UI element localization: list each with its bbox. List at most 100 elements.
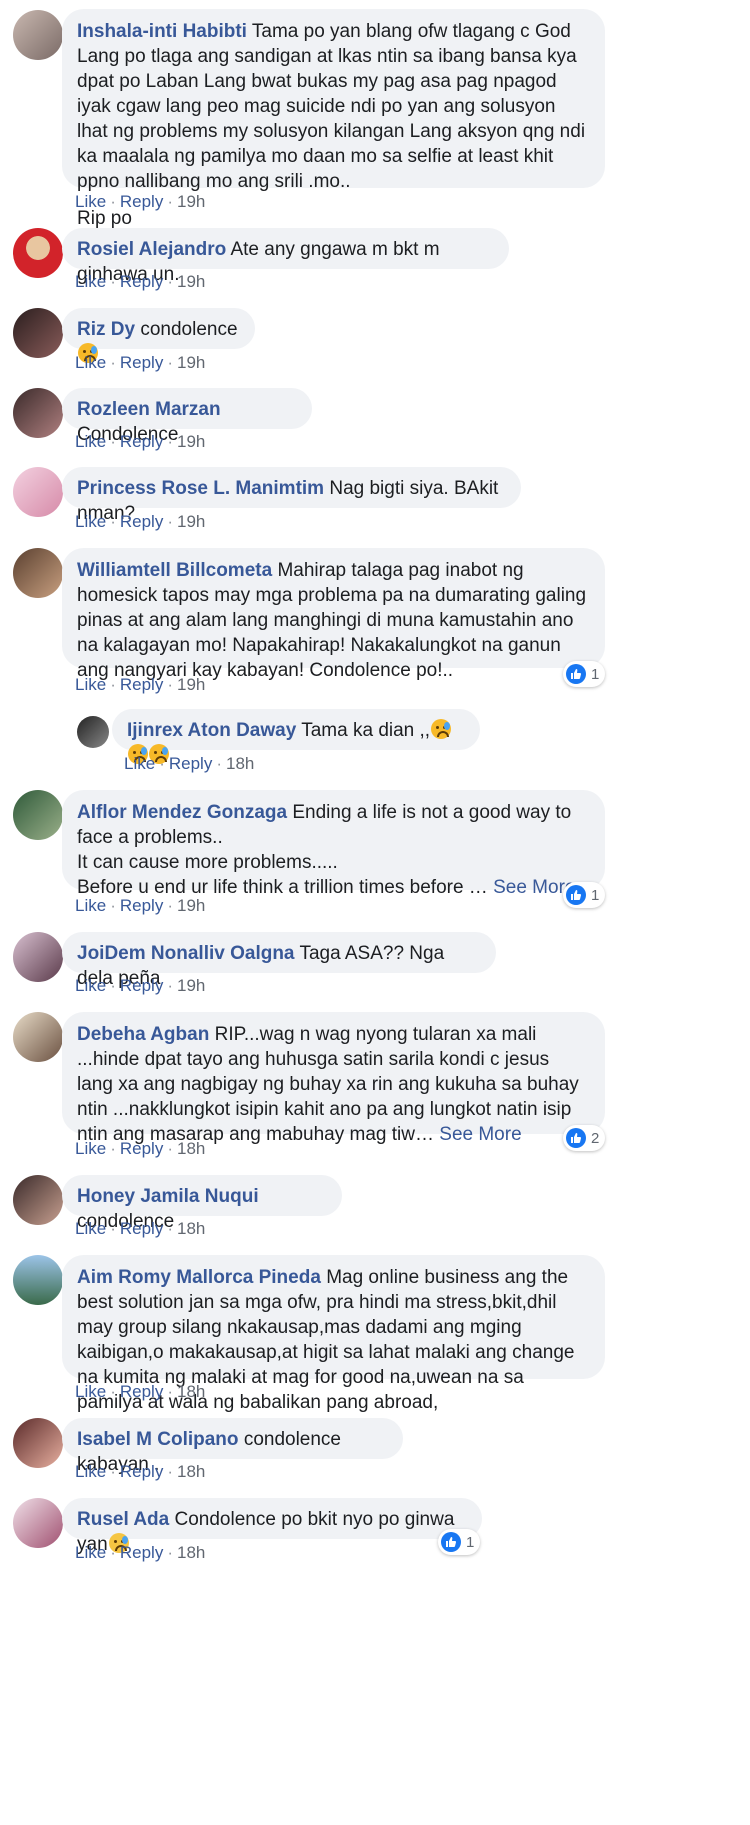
comment-author[interactable]: Ijinrex Aton Daway xyxy=(127,720,296,741)
comment-author[interactable]: Alflor Mendez Gonzaga xyxy=(77,802,287,823)
reply-link[interactable]: Reply xyxy=(120,1219,163,1238)
separator: · xyxy=(167,1462,173,1481)
avatar[interactable] xyxy=(13,1012,63,1062)
like-reaction-icon xyxy=(441,1532,461,1552)
reaction-count[interactable]: 1 xyxy=(563,661,606,687)
separator: · xyxy=(110,512,116,531)
comment-author[interactable]: Inshala-inti Habibti xyxy=(77,21,247,42)
reply-link[interactable]: Reply xyxy=(120,1543,163,1562)
comment-text: Tama ka dian ,, xyxy=(301,720,431,741)
comment-timestamp[interactable]: 18h xyxy=(177,1139,205,1158)
reaction-count[interactable]: 2 xyxy=(563,1125,606,1151)
comment-timestamp[interactable]: 18h xyxy=(177,1462,205,1481)
comment-timestamp[interactable]: 19h xyxy=(177,272,205,291)
reply-link[interactable]: Reply xyxy=(169,754,212,773)
avatar[interactable] xyxy=(13,308,63,358)
comment-actions: Like · Reply · 18h xyxy=(75,1382,205,1402)
comment-timestamp[interactable]: 18h xyxy=(177,1219,205,1238)
avatar[interactable] xyxy=(13,1418,63,1468)
avatar[interactable] xyxy=(13,467,63,517)
avatar[interactable] xyxy=(13,548,63,598)
comment-author[interactable]: Rusel Ada xyxy=(77,1509,169,1530)
like-link[interactable]: Like xyxy=(75,512,106,531)
reply-link[interactable]: Reply xyxy=(120,1382,163,1401)
separator: · xyxy=(110,675,116,694)
like-link[interactable]: Like xyxy=(75,1543,106,1562)
comment-timestamp[interactable]: 19h xyxy=(177,432,205,451)
reply-link[interactable]: Reply xyxy=(120,1462,163,1481)
comment-author[interactable]: Riz Dy xyxy=(77,319,135,340)
reply-link[interactable]: Reply xyxy=(120,896,163,915)
reply-link[interactable]: Reply xyxy=(120,272,163,291)
reaction-count[interactable]: 1 xyxy=(563,882,606,908)
comment-timestamp[interactable]: 18h xyxy=(177,1543,205,1562)
like-link[interactable]: Like xyxy=(75,1219,106,1238)
separator: · xyxy=(167,512,173,531)
like-link[interactable]: Like xyxy=(75,896,106,915)
comment-text-line3: Before u end ur life think a trillion ti… xyxy=(77,877,494,898)
avatar[interactable] xyxy=(13,10,63,60)
avatar[interactable] xyxy=(13,932,63,982)
comment-bubble: Debeha Agban RIP...wag n wag nyong tular… xyxy=(62,1012,605,1145)
separator: · xyxy=(110,192,116,211)
comment-actions: Like · Reply · 19h xyxy=(75,272,205,292)
comment-author[interactable]: Debeha Agban xyxy=(77,1024,209,1045)
comment-text: Tama po yan blang ofw tlagang c God Lang… xyxy=(77,21,586,192)
comment-actions: Like · Reply · 19h xyxy=(75,512,205,532)
like-link[interactable]: Like xyxy=(75,675,106,694)
comment-author[interactable]: Isabel M Colipano xyxy=(77,1429,239,1450)
comment-author[interactable]: Rosiel Alejandro xyxy=(77,239,226,260)
comment-author[interactable]: Williamtell Billcometa xyxy=(77,560,272,581)
comment-timestamp[interactable]: 19h xyxy=(177,675,205,694)
avatar[interactable] xyxy=(13,388,63,438)
comment-actions: Like · Reply · 19h xyxy=(75,976,205,996)
see-more-link[interactable]: See More xyxy=(439,1124,521,1145)
reaction-count[interactable]: 1 xyxy=(438,1529,481,1555)
comment-timestamp[interactable]: 19h xyxy=(177,192,205,211)
reply-link[interactable]: Reply xyxy=(120,512,163,531)
separator: · xyxy=(110,1139,116,1158)
comment-author[interactable]: Honey Jamila Nuqui xyxy=(77,1186,259,1207)
comment-timestamp[interactable]: 19h xyxy=(177,976,205,995)
separator: · xyxy=(167,272,173,291)
reply-link[interactable]: Reply xyxy=(120,192,163,211)
like-link[interactable]: Like xyxy=(75,1462,106,1481)
reply-link[interactable]: Reply xyxy=(120,976,163,995)
comment-actions: Like · Reply · 18h xyxy=(75,1219,205,1239)
comment-bubble: Alflor Mendez Gonzaga Ending a life is n… xyxy=(62,790,605,898)
avatar[interactable] xyxy=(13,1498,63,1548)
comment-timestamp[interactable]: 19h xyxy=(177,353,205,372)
like-link[interactable]: Like xyxy=(124,754,155,773)
comment-timestamp[interactable]: 18h xyxy=(226,754,254,773)
separator: · xyxy=(167,1219,173,1238)
separator: · xyxy=(110,1543,116,1562)
avatar[interactable] xyxy=(13,1175,63,1225)
like-reaction-icon xyxy=(566,1128,586,1148)
like-link[interactable]: Like xyxy=(75,272,106,291)
reply-link[interactable]: Reply xyxy=(120,1139,163,1158)
comment-timestamp[interactable]: 19h xyxy=(177,896,205,915)
separator: · xyxy=(110,432,116,451)
comment-author[interactable]: JoiDem Nonalliv Oalgna xyxy=(77,943,295,964)
comment-author[interactable]: Rozleen Marzan xyxy=(77,399,221,420)
reply-link[interactable]: Reply xyxy=(120,432,163,451)
separator: · xyxy=(167,896,173,915)
comment-bubble: Ijinrex Aton Daway Tama ka dian ,, xyxy=(112,709,480,764)
avatar[interactable] xyxy=(77,716,109,748)
like-link[interactable]: Like xyxy=(75,192,106,211)
comment-timestamp[interactable]: 19h xyxy=(177,512,205,531)
like-link[interactable]: Like xyxy=(75,432,106,451)
comment-timestamp[interactable]: 18h xyxy=(177,1382,205,1401)
comment-author[interactable]: Princess Rose L. Manimtim xyxy=(77,478,324,499)
like-link[interactable]: Like xyxy=(75,1382,106,1401)
avatar[interactable] xyxy=(13,228,63,278)
avatar[interactable] xyxy=(13,790,63,840)
comment-author[interactable]: Aim Romy Mallorca Pineda xyxy=(77,1267,321,1288)
like-link[interactable]: Like xyxy=(75,1139,106,1158)
separator: · xyxy=(167,192,173,211)
reply-link[interactable]: Reply xyxy=(120,353,163,372)
like-link[interactable]: Like xyxy=(75,353,106,372)
reply-link[interactable]: Reply xyxy=(120,675,163,694)
avatar[interactable] xyxy=(13,1255,63,1305)
like-link[interactable]: Like xyxy=(75,976,106,995)
